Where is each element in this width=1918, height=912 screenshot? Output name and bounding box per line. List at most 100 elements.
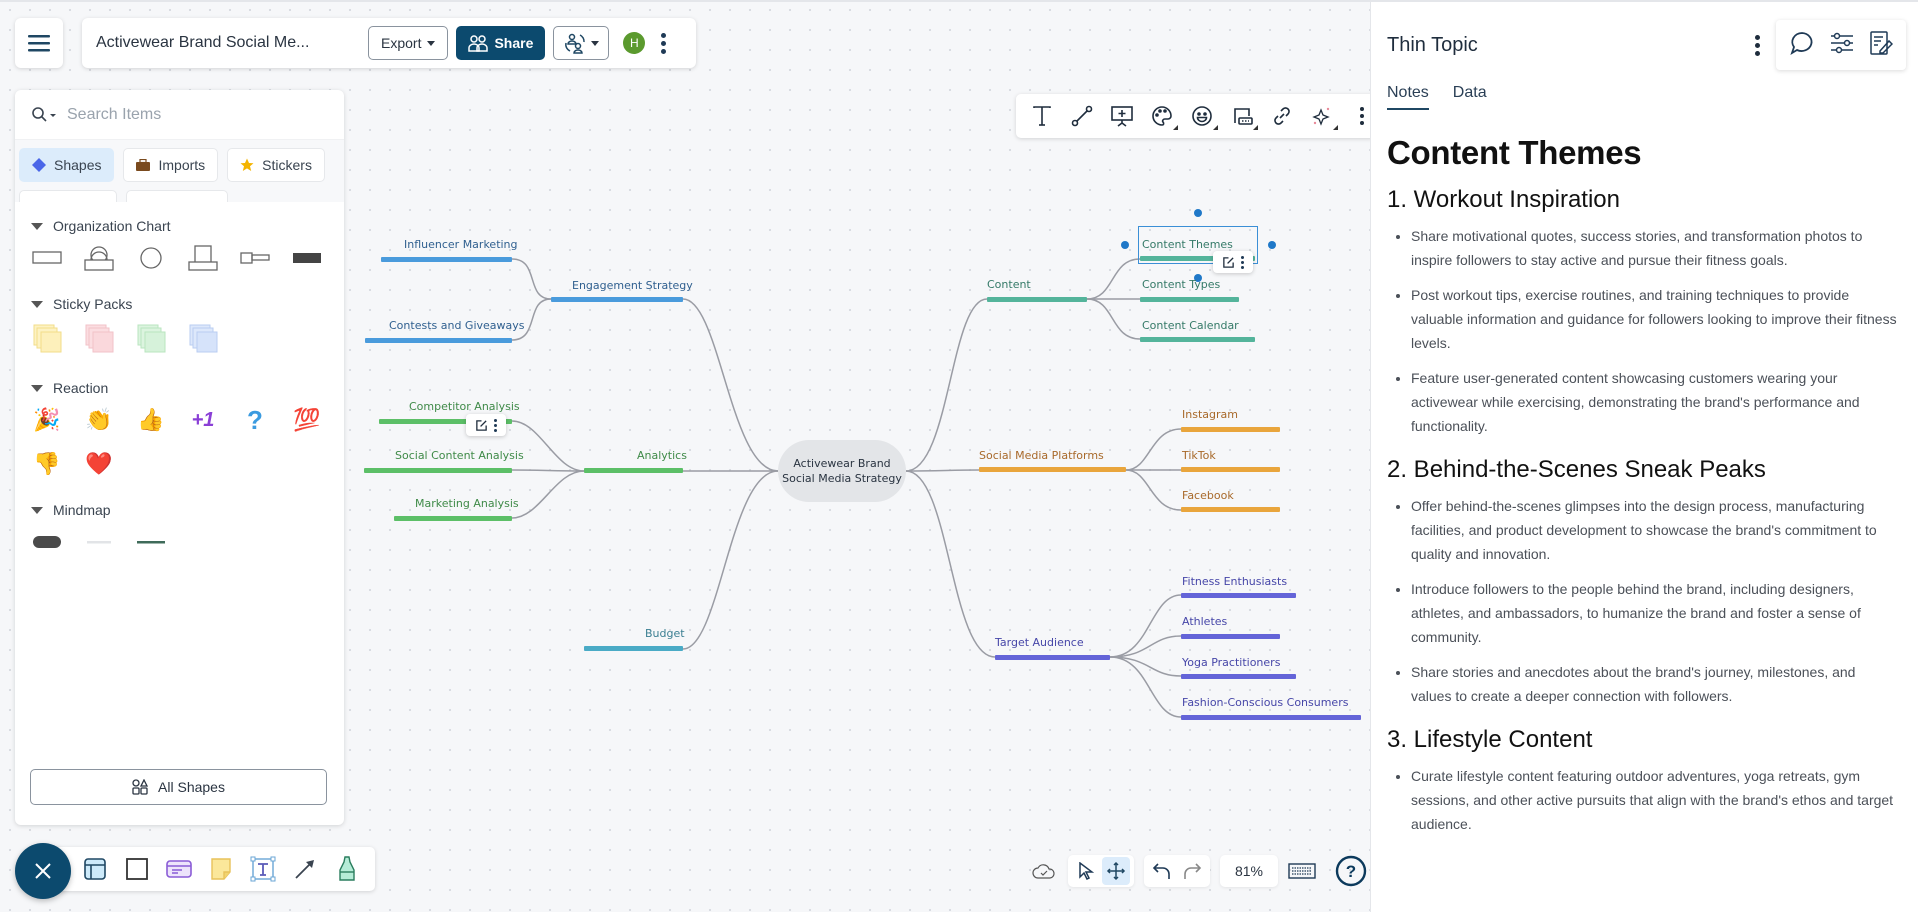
- close-create-button[interactable]: [15, 843, 71, 899]
- branch-target-audience[interactable]: Target Audience: [995, 636, 1084, 649]
- question-mark-icon[interactable]: ?: [239, 404, 271, 436]
- tab-stickers[interactable]: Stickers: [227, 148, 325, 182]
- shape-rectangle[interactable]: [31, 242, 63, 274]
- topic-facebook[interactable]: Facebook: [1182, 489, 1234, 502]
- topic-bar[interactable]: [365, 338, 512, 343]
- branch-engagement-strategy[interactable]: Engagement Strategy: [572, 279, 693, 292]
- search-input[interactable]: [67, 105, 307, 124]
- topic-competitor-analysis[interactable]: Competitor Analysis: [409, 400, 520, 413]
- topic-bar[interactable]: [381, 257, 512, 262]
- topic-bar[interactable]: [1181, 674, 1296, 679]
- mindmap-pill-topic[interactable]: [31, 526, 63, 558]
- branch-bar[interactable]: [979, 467, 1126, 472]
- branch-content[interactable]: Content: [987, 278, 1031, 291]
- branch-bar[interactable]: [584, 646, 683, 651]
- comments-button[interactable]: [1789, 30, 1815, 61]
- topic-bar[interactable]: [1181, 593, 1296, 598]
- tab-data[interactable]: Data: [1453, 84, 1487, 110]
- tab-shapes[interactable]: Shapes: [19, 148, 115, 182]
- sticky-pack-blue[interactable]: [187, 323, 219, 355]
- arrow-tool[interactable]: [291, 855, 319, 883]
- branch-bar[interactable]: [584, 468, 683, 473]
- hundred-points-icon[interactable]: 💯: [291, 404, 323, 436]
- root-topic[interactable]: Activewear Brand Social Media Strategy: [778, 440, 906, 502]
- container-tool[interactable]: [81, 855, 109, 883]
- presentation-tool[interactable]: [1108, 102, 1136, 130]
- emoji-tool[interactable]: [1188, 102, 1218, 130]
- tab-hidden[interactable]: [19, 190, 117, 202]
- section-mindmap[interactable]: Mindmap: [15, 500, 344, 520]
- topic-bar[interactable]: [1181, 715, 1361, 720]
- sync-status[interactable]: [1030, 857, 1058, 885]
- topic-bar[interactable]: [1181, 467, 1280, 472]
- help-button[interactable]: ?: [1334, 854, 1368, 888]
- branch-bar[interactable]: [987, 297, 1087, 302]
- embed-tool[interactable]: [1228, 102, 1258, 130]
- select-mode-button[interactable]: [1072, 857, 1100, 885]
- topic-marketing-analysis[interactable]: Marketing Analysis: [415, 497, 519, 510]
- topic-content-calendar[interactable]: Content Calendar: [1142, 319, 1239, 332]
- sticky-pack-pink[interactable]: [83, 323, 115, 355]
- topic-bar[interactable]: [1181, 427, 1280, 432]
- selection-handle[interactable]: [1194, 209, 1202, 217]
- shape-photo-card[interactable]: [187, 242, 219, 274]
- panel-more-button[interactable]: [1755, 35, 1760, 56]
- shape-filled-bar[interactable]: [291, 242, 323, 274]
- card-tool[interactable]: [165, 855, 193, 883]
- branch-bar[interactable]: [551, 297, 683, 302]
- section-organization-chart[interactable]: Organization Chart: [15, 216, 344, 236]
- section-reaction[interactable]: Reaction: [15, 378, 344, 398]
- plus-one-icon[interactable]: +1: [187, 404, 219, 436]
- sticky-note-tool[interactable]: [207, 855, 235, 883]
- branch-budget[interactable]: Budget: [645, 627, 685, 640]
- notes-button[interactable]: [1869, 30, 1894, 61]
- topic-content-themes[interactable]: Content Themes: [1142, 238, 1233, 251]
- redo-button[interactable]: [1178, 857, 1206, 885]
- topic-tiktok[interactable]: TikTok: [1182, 449, 1216, 462]
- color-tool[interactable]: [1148, 102, 1178, 130]
- rectangle-tool[interactable]: [123, 855, 151, 883]
- topic-contests-giveaways[interactable]: Contests and Giveaways: [389, 319, 525, 332]
- sticky-pack-green[interactable]: [135, 323, 167, 355]
- thumbs-down-icon[interactable]: 👎: [31, 448, 63, 480]
- edit-icon[interactable]: [475, 419, 488, 432]
- text-tool[interactable]: [1028, 102, 1056, 130]
- ai-tool[interactable]: [1308, 102, 1338, 130]
- properties-button[interactable]: [1829, 31, 1855, 60]
- topic-social-content-analysis[interactable]: Social Content Analysis: [395, 449, 524, 462]
- zoom-level[interactable]: 81%: [1220, 855, 1278, 887]
- mindmap-thin-topic-light[interactable]: [83, 526, 115, 558]
- red-heart-icon[interactable]: ❤️: [83, 448, 115, 480]
- shape-circle[interactable]: [135, 242, 167, 274]
- topic-bar[interactable]: [1181, 507, 1280, 512]
- topic-fashion-conscious-consumers[interactable]: Fashion-Conscious Consumers: [1182, 696, 1348, 709]
- keyboard-shortcuts-button[interactable]: [1288, 857, 1316, 885]
- tab-notes[interactable]: Notes: [1387, 84, 1429, 110]
- section-sticky-packs[interactable]: Sticky Packs: [15, 294, 344, 314]
- party-popper-icon[interactable]: 🎉: [31, 404, 63, 436]
- shape-person-card[interactable]: [83, 242, 115, 274]
- selection-handle[interactable]: [1268, 241, 1276, 249]
- topic-bar[interactable]: [364, 468, 512, 473]
- connector-tool[interactable]: [1068, 102, 1096, 130]
- sticky-pack-yellow[interactable]: [31, 323, 63, 355]
- highlighter-tool[interactable]: [333, 855, 361, 883]
- topic-bar[interactable]: [394, 516, 512, 521]
- topic-influencer-marketing[interactable]: Influencer Marketing: [404, 238, 518, 251]
- notes-editor[interactable]: Content Themes 1. Workout Inspiration Sh…: [1387, 134, 1897, 847]
- more-icon[interactable]: [494, 418, 497, 432]
- pan-mode-button[interactable]: [1102, 857, 1130, 885]
- thumbs-up-icon[interactable]: 👍: [135, 404, 167, 436]
- selection-handle[interactable]: [1121, 241, 1129, 249]
- tab-hidden[interactable]: [126, 190, 228, 202]
- link-tool[interactable]: [1268, 102, 1296, 130]
- clapping-hands-icon[interactable]: 👏: [83, 404, 115, 436]
- text-box-tool[interactable]: [249, 855, 277, 883]
- branch-social-media-platforms[interactable]: Social Media Platforms: [979, 449, 1104, 462]
- edit-icon[interactable]: [1222, 256, 1235, 269]
- branch-bar[interactable]: [995, 655, 1110, 660]
- tab-imports[interactable]: Imports: [123, 148, 219, 182]
- topic-content-types[interactable]: Content Types: [1142, 278, 1220, 291]
- topic-bar[interactable]: [1140, 297, 1239, 302]
- topic-athletes[interactable]: Athletes: [1182, 615, 1227, 628]
